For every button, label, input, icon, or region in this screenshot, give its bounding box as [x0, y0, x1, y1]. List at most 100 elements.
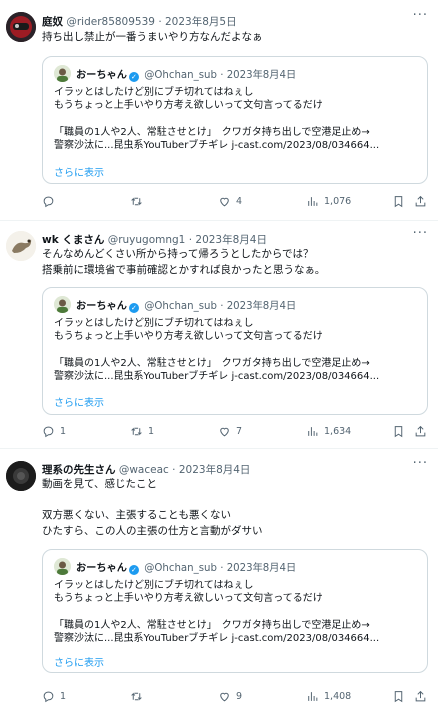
bookmark-button[interactable] [392, 195, 405, 208]
timestamp[interactable]: 2023年8月4日 [195, 234, 267, 246]
share-icon [415, 690, 426, 702]
reply-button[interactable]: 1 [42, 425, 66, 438]
tweet-text: 動画を見て、感じたこと 双方悪くない、主張することも悪くない ひたすら、この人の… [42, 478, 263, 537]
tweet-text: そんなめんどくさい所から持って帰ろうとしたからでは？ 搭乗前に環境省で事前確認と… [42, 248, 326, 276]
reply-icon [43, 426, 54, 438]
heart-icon [220, 197, 229, 207]
share-icon [415, 425, 426, 437]
avatar[interactable] [6, 12, 36, 42]
verified-badge-icon: ✓ [128, 565, 139, 575]
tweet-header: 庭奴 @rider85809539 · 2023年8月5日 [42, 14, 237, 29]
quote-text: イラッとはしたけど別にブチ切れてはねぇし もうちょっと上手いやり方考え欲しいって… [54, 580, 380, 644]
quote-header: おーちゃん ✓ @Ohchan_sub · 2023年8月4日 [76, 563, 297, 575]
view-count: 1,408 [324, 691, 352, 702]
quoted-tweet[interactable]: おーちゃん ✓ @Ohchan_sub · 2023年8月4日 イラッとはしたけど… [42, 287, 428, 415]
views-button[interactable]: 1,076 [306, 195, 351, 208]
tweet-text: 持ち出し禁止が一番うまいやり方なんだよなぁ [42, 31, 263, 43]
share-button[interactable] [414, 690, 427, 703]
share-icon [415, 195, 426, 207]
show-more-link[interactable]: さらに表示 [54, 654, 104, 669]
like-count: 4 [236, 196, 243, 207]
view-count: 1,076 [324, 196, 352, 207]
heart-icon [220, 692, 229, 702]
share-button[interactable] [414, 425, 427, 438]
avatar[interactable] [6, 231, 36, 261]
quote-handle: @Ohchan_sub [144, 301, 217, 312]
tweet-actions: 1 1 7 1,634 [42, 425, 428, 441]
quote-header: おーちゃん ✓ @Ohchan_sub · 2023年8月4日 [76, 301, 297, 313]
retweet-icon [131, 197, 142, 206]
more-icon[interactable]: ··· [413, 456, 428, 471]
heart-icon [220, 427, 229, 437]
retweet-icon [131, 427, 142, 436]
quote-avatar [54, 296, 71, 313]
quote-timestamp: 2023年8月4日 [226, 563, 297, 574]
tweet-header: 理系の先生さん @waceac · 2023年8月4日 [42, 462, 250, 477]
retweet-count: 1 [148, 426, 155, 437]
bookmark-icon [394, 196, 403, 208]
quote-avatar [54, 65, 71, 82]
quoted-tweet[interactable]: おーちゃん ✓ @Ohchan_sub · 2023年8月4日 イラッとはしたけど… [42, 56, 428, 184]
quote-header: おーちゃん ✓ @Ohchan_sub · 2023年8月4日 [76, 70, 297, 82]
bookmark-button[interactable] [392, 425, 405, 438]
retweet-icon [131, 692, 142, 701]
quote-display-name: おーちゃん [76, 563, 127, 574]
views-chart-icon [308, 197, 318, 206]
like-button[interactable]: 4 [218, 195, 242, 208]
like-button[interactable]: 9 [218, 690, 242, 703]
separator: · [158, 16, 162, 28]
share-button[interactable] [414, 195, 427, 208]
reply-count: 1 [60, 691, 67, 702]
reply-button[interactable]: 1 [42, 690, 66, 703]
handle[interactable]: @ruyugomng1 [108, 234, 186, 246]
handle[interactable]: @waceac [119, 464, 169, 476]
quote-handle: @Ohchan_sub [144, 563, 217, 574]
like-count: 9 [236, 691, 243, 702]
bookmark-icon [394, 426, 403, 438]
retweet-button[interactable] [130, 195, 148, 208]
display-name[interactable]: 庭奴 [42, 16, 63, 28]
show-more-link[interactable]: さらに表示 [54, 164, 104, 179]
avatar[interactable] [6, 461, 36, 491]
quote-handle: @Ohchan_sub [144, 70, 217, 81]
quote-text: イラッとはしたけど別にブチ切れてはねぇし もうちょっと上手いやり方考え欲しいって… [54, 318, 380, 382]
quote-avatar [54, 558, 71, 575]
retweet-button[interactable] [130, 690, 148, 703]
views-chart-icon [308, 427, 318, 436]
views-button[interactable]: 1,408 [306, 690, 351, 703]
tweet[interactable]: 理系の先生さん @waceac · 2023年8月4日 ··· 動画を見て、感じ… [0, 449, 438, 715]
like-count: 7 [236, 426, 243, 437]
display-name[interactable]: 理系の先生さん [42, 464, 116, 476]
separator: · [172, 464, 176, 476]
views-button[interactable]: 1,634 [306, 425, 351, 438]
verified-badge-icon: ✓ [128, 303, 139, 313]
reply-count: 1 [60, 426, 67, 437]
view-count: 1,634 [324, 426, 352, 437]
show-more-link[interactable]: さらに表示 [54, 394, 104, 409]
tweet-actions: 1 9 1,408 [42, 690, 428, 706]
retweet-button[interactable]: 1 [130, 425, 154, 438]
quote-display-name: おーちゃん [76, 301, 127, 312]
like-button[interactable]: 7 [218, 425, 242, 438]
more-icon[interactable]: ··· [413, 8, 428, 23]
reply-icon [43, 196, 54, 208]
separator: · [188, 234, 193, 246]
quote-timestamp: 2023年8月4日 [226, 301, 297, 312]
bookmark-button[interactable] [392, 690, 405, 703]
timestamp[interactable]: 2023年8月5日 [165, 16, 237, 28]
display-name[interactable]: wk くまさん [42, 234, 104, 246]
bookmark-icon [394, 691, 403, 703]
quote-display-name: おーちゃん [76, 70, 127, 81]
more-icon[interactable]: ··· [413, 226, 428, 241]
tweet[interactable]: wk くまさん @ruyugomng1 · 2023年8月4日 ··· そんなめ… [0, 221, 438, 449]
timestamp[interactable]: 2023年8月4日 [179, 464, 251, 476]
quoted-tweet[interactable]: おーちゃん ✓ @Ohchan_sub · 2023年8月4日 イラッとはしたけど… [42, 549, 428, 673]
tweet[interactable]: 庭奴 @rider85809539 · 2023年8月5日 ··· 持ち出し禁止… [0, 0, 438, 221]
quote-text: イラッとはしたけど別にブチ切れてはねぇし もうちょっと上手いやり方考え欲しいって… [54, 87, 380, 151]
verified-badge-icon: ✓ [128, 72, 139, 82]
tweet-actions: 4 1,076 [42, 195, 428, 211]
views-chart-icon [308, 692, 318, 701]
reply-icon [43, 691, 54, 703]
handle[interactable]: @rider85809539 [66, 16, 155, 28]
reply-button[interactable] [42, 195, 60, 208]
